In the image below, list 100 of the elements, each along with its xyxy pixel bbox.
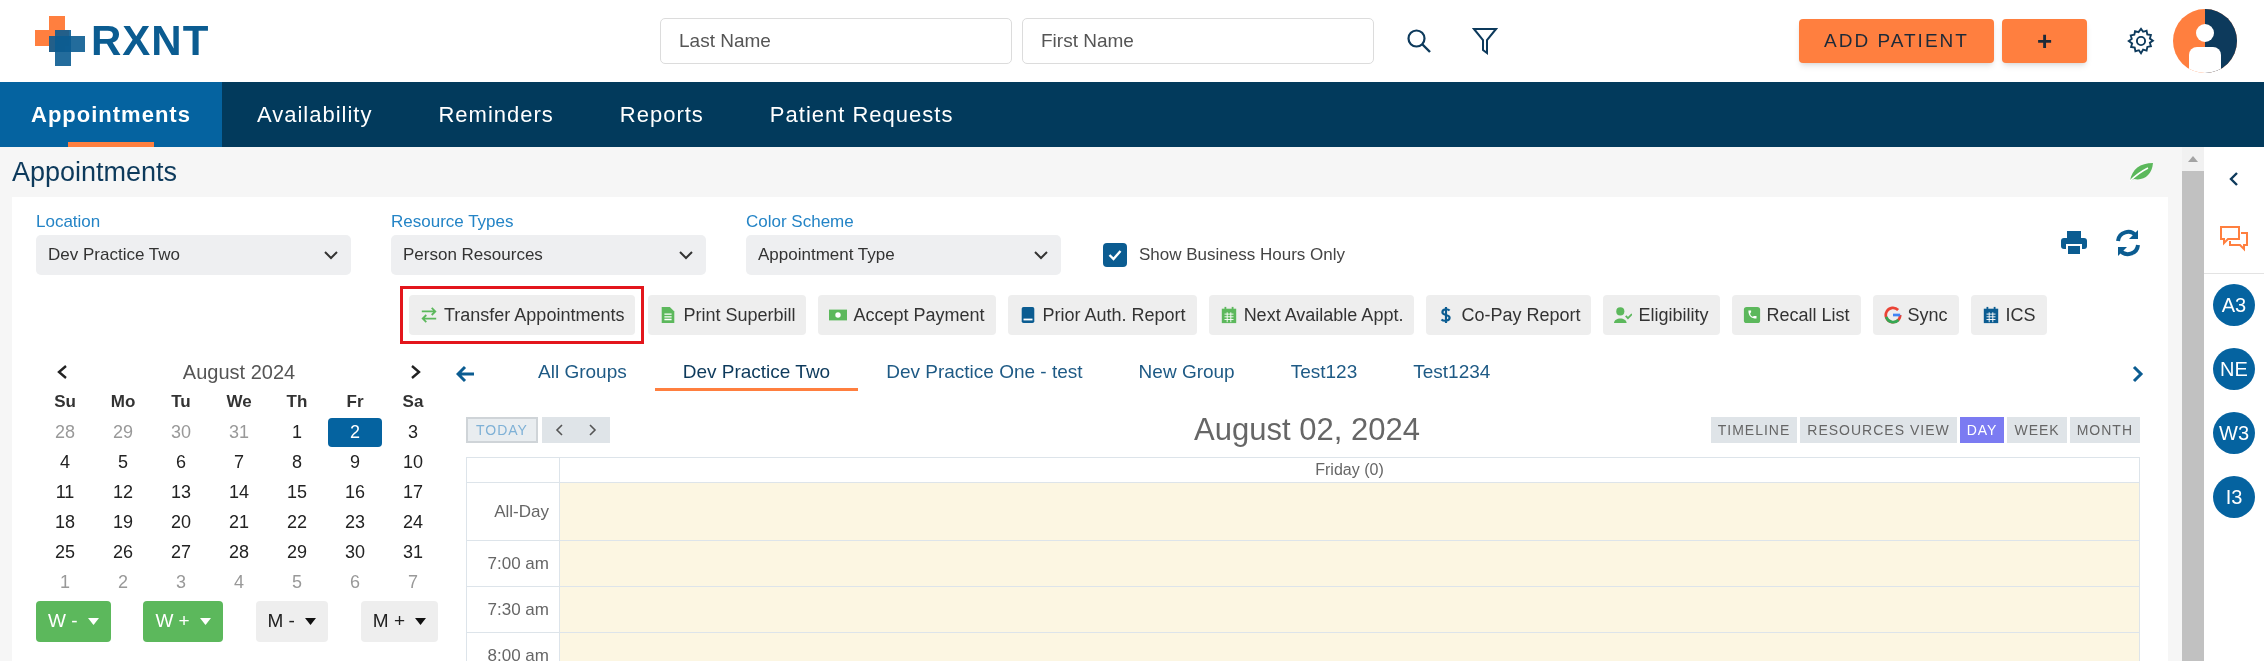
group-tab[interactable]: Test123 xyxy=(1262,357,1386,391)
chevron-down-icon xyxy=(1033,250,1049,260)
user-avatar[interactable]: W3 xyxy=(2213,412,2255,454)
arrow-left-icon[interactable] xyxy=(456,365,476,383)
nav-tab[interactable]: Availability xyxy=(225,82,404,147)
group-tab[interactable]: All Groups xyxy=(510,357,655,391)
select-field[interactable]: Appointment Type xyxy=(746,235,1061,275)
group-tab[interactable]: Dev Practice Two xyxy=(654,357,859,391)
time-label: 8:00 am xyxy=(487,644,549,661)
logo-icon xyxy=(35,16,85,66)
select-field[interactable]: Person Resources xyxy=(391,235,706,275)
calendar-day[interactable]: 16 xyxy=(328,477,382,507)
view-button[interactable]: RESOURCES VIEW xyxy=(1800,417,1957,443)
chevron-down-icon xyxy=(323,250,339,260)
view-button[interactable]: TIMELINE xyxy=(1710,417,1798,443)
toolbar-button[interactable]: Recall List xyxy=(1731,295,1861,335)
calendar-day[interactable]: 15 xyxy=(270,477,324,507)
calendar-day[interactable]: 21 xyxy=(212,507,266,537)
user-avatar[interactable]: A3 xyxy=(2213,284,2255,326)
date-title: August 02, 2024 xyxy=(1194,410,1420,449)
calendar-day[interactable]: 14 xyxy=(212,477,266,507)
caret-icon xyxy=(199,618,211,625)
print-icon[interactable] xyxy=(2060,230,2088,256)
toolbar-button[interactable]: Transfer Appointments xyxy=(409,295,636,335)
checkbox-label: Show Business Hours Only xyxy=(1139,244,1345,267)
view-button[interactable]: WEEK xyxy=(2007,417,2067,443)
refresh-icon[interactable] xyxy=(2114,229,2142,257)
add-button[interactable]: + xyxy=(2002,19,2087,63)
calendar-day[interactable]: 6 xyxy=(154,447,208,477)
calendar-day[interactable]: 7 xyxy=(212,447,266,477)
calendar-day[interactable]: 29 xyxy=(270,537,324,567)
calendar-day[interactable]: 11 xyxy=(38,477,92,507)
select-field[interactable]: Dev Practice Two xyxy=(36,235,351,275)
calendar-day[interactable]: 27 xyxy=(154,537,208,567)
calendar-day[interactable]: 25 xyxy=(38,537,92,567)
calendar-day[interactable]: 8 xyxy=(270,447,324,477)
view-button[interactable]: MONTH xyxy=(2069,417,2140,443)
add-patient-button[interactable]: ADD PATIENT xyxy=(1799,19,1994,63)
google-icon xyxy=(1883,306,1902,324)
calendar-day[interactable]: 17 xyxy=(386,477,440,507)
calendar-day[interactable]: 10 xyxy=(386,447,440,477)
nav-tab[interactable]: Appointments xyxy=(0,82,222,147)
calendar-day[interactable]: 30 xyxy=(328,537,382,567)
chevron-left-icon[interactable] xyxy=(2229,171,2239,187)
calendar-day[interactable]: 5 xyxy=(96,447,150,477)
logo-text: RXNT xyxy=(91,20,210,62)
nav-tab[interactable]: Reminders xyxy=(407,82,585,147)
calendar-day[interactable]: 23 xyxy=(328,507,382,537)
field-label: Color Scheme xyxy=(746,211,855,231)
calendar-day[interactable]: 18 xyxy=(38,507,92,537)
calendar-day[interactable]: 31 xyxy=(386,537,440,567)
chevron-right-icon[interactable] xyxy=(410,364,422,380)
scrollbar[interactable] xyxy=(2182,147,2204,661)
calendar-day[interactable]: 26 xyxy=(96,537,150,567)
input-field[interactable]: Last Name xyxy=(660,18,1012,64)
nav-tab[interactable]: Reports xyxy=(588,82,735,147)
filter-icon[interactable] xyxy=(1472,27,1498,55)
calendar-day[interactable]: 1 xyxy=(270,417,324,447)
group-tab[interactable]: Dev Practice One - test xyxy=(858,357,1111,391)
caret-icon xyxy=(415,618,426,625)
weekday-label: We xyxy=(225,391,253,414)
group-tab[interactable]: Test1234 xyxy=(1385,357,1519,391)
input-field[interactable]: First Name xyxy=(1022,18,1374,64)
time-label: 7:00 am xyxy=(487,552,549,575)
dropdown-button[interactable]: M + xyxy=(360,601,438,642)
user-avatar[interactable]: NE xyxy=(2213,348,2255,390)
toolbar-button[interactable]: ICS xyxy=(1970,295,2047,335)
settings-icon[interactable] xyxy=(2127,27,2155,55)
calendar-day[interactable]: 19 xyxy=(96,507,150,537)
leaf-icon xyxy=(2128,161,2154,183)
chevron-right-icon[interactable] xyxy=(2132,365,2144,383)
calendar-day[interactable]: 24 xyxy=(386,507,440,537)
nav-tab[interactable]: Patient Requests xyxy=(738,82,985,147)
toolbar-button[interactable]: Next Available Appt. xyxy=(1208,295,1415,335)
toolbar-button[interactable]: Sync xyxy=(1872,295,1959,335)
chevron-right-icon xyxy=(588,424,597,436)
calendar-day[interactable]: 3 xyxy=(386,417,440,447)
calendar-day[interactable]: 12 xyxy=(96,477,150,507)
calendar-day[interactable]: 20 xyxy=(154,507,208,537)
group-tab[interactable]: New Group xyxy=(1110,357,1263,391)
search-icon[interactable] xyxy=(1406,28,1432,54)
calendar-day[interactable]: 2 xyxy=(328,417,382,447)
arrow-up-icon xyxy=(2188,156,2198,162)
caret-icon xyxy=(304,618,316,625)
toolbar-button[interactable]: Co-Pay Report xyxy=(1426,295,1592,335)
chevron-left-icon[interactable] xyxy=(56,364,68,380)
calendar-day[interactable]: 13 xyxy=(154,477,208,507)
caret-icon xyxy=(87,618,99,625)
calendar-day[interactable]: 28 xyxy=(212,537,266,567)
toolbar-button[interactable]: Accept Payment xyxy=(818,295,996,335)
calendar-day[interactable]: 9 xyxy=(328,447,382,477)
toolbar-button[interactable]: Eligibility xyxy=(1603,295,1720,335)
toolbar-button[interactable]: Prior Auth. Report xyxy=(1007,295,1197,335)
toolbar-button[interactable]: Print Superbill xyxy=(648,295,807,335)
calendar-day[interactable]: 4 xyxy=(38,447,92,477)
dropdown-button[interactable]: M - xyxy=(255,601,328,642)
calendar-day[interactable]: 22 xyxy=(270,507,324,537)
checkbox[interactable] xyxy=(1103,243,1127,267)
view-button[interactable]: DAY xyxy=(1959,417,2005,443)
user-avatar[interactable]: I3 xyxy=(2213,476,2255,518)
